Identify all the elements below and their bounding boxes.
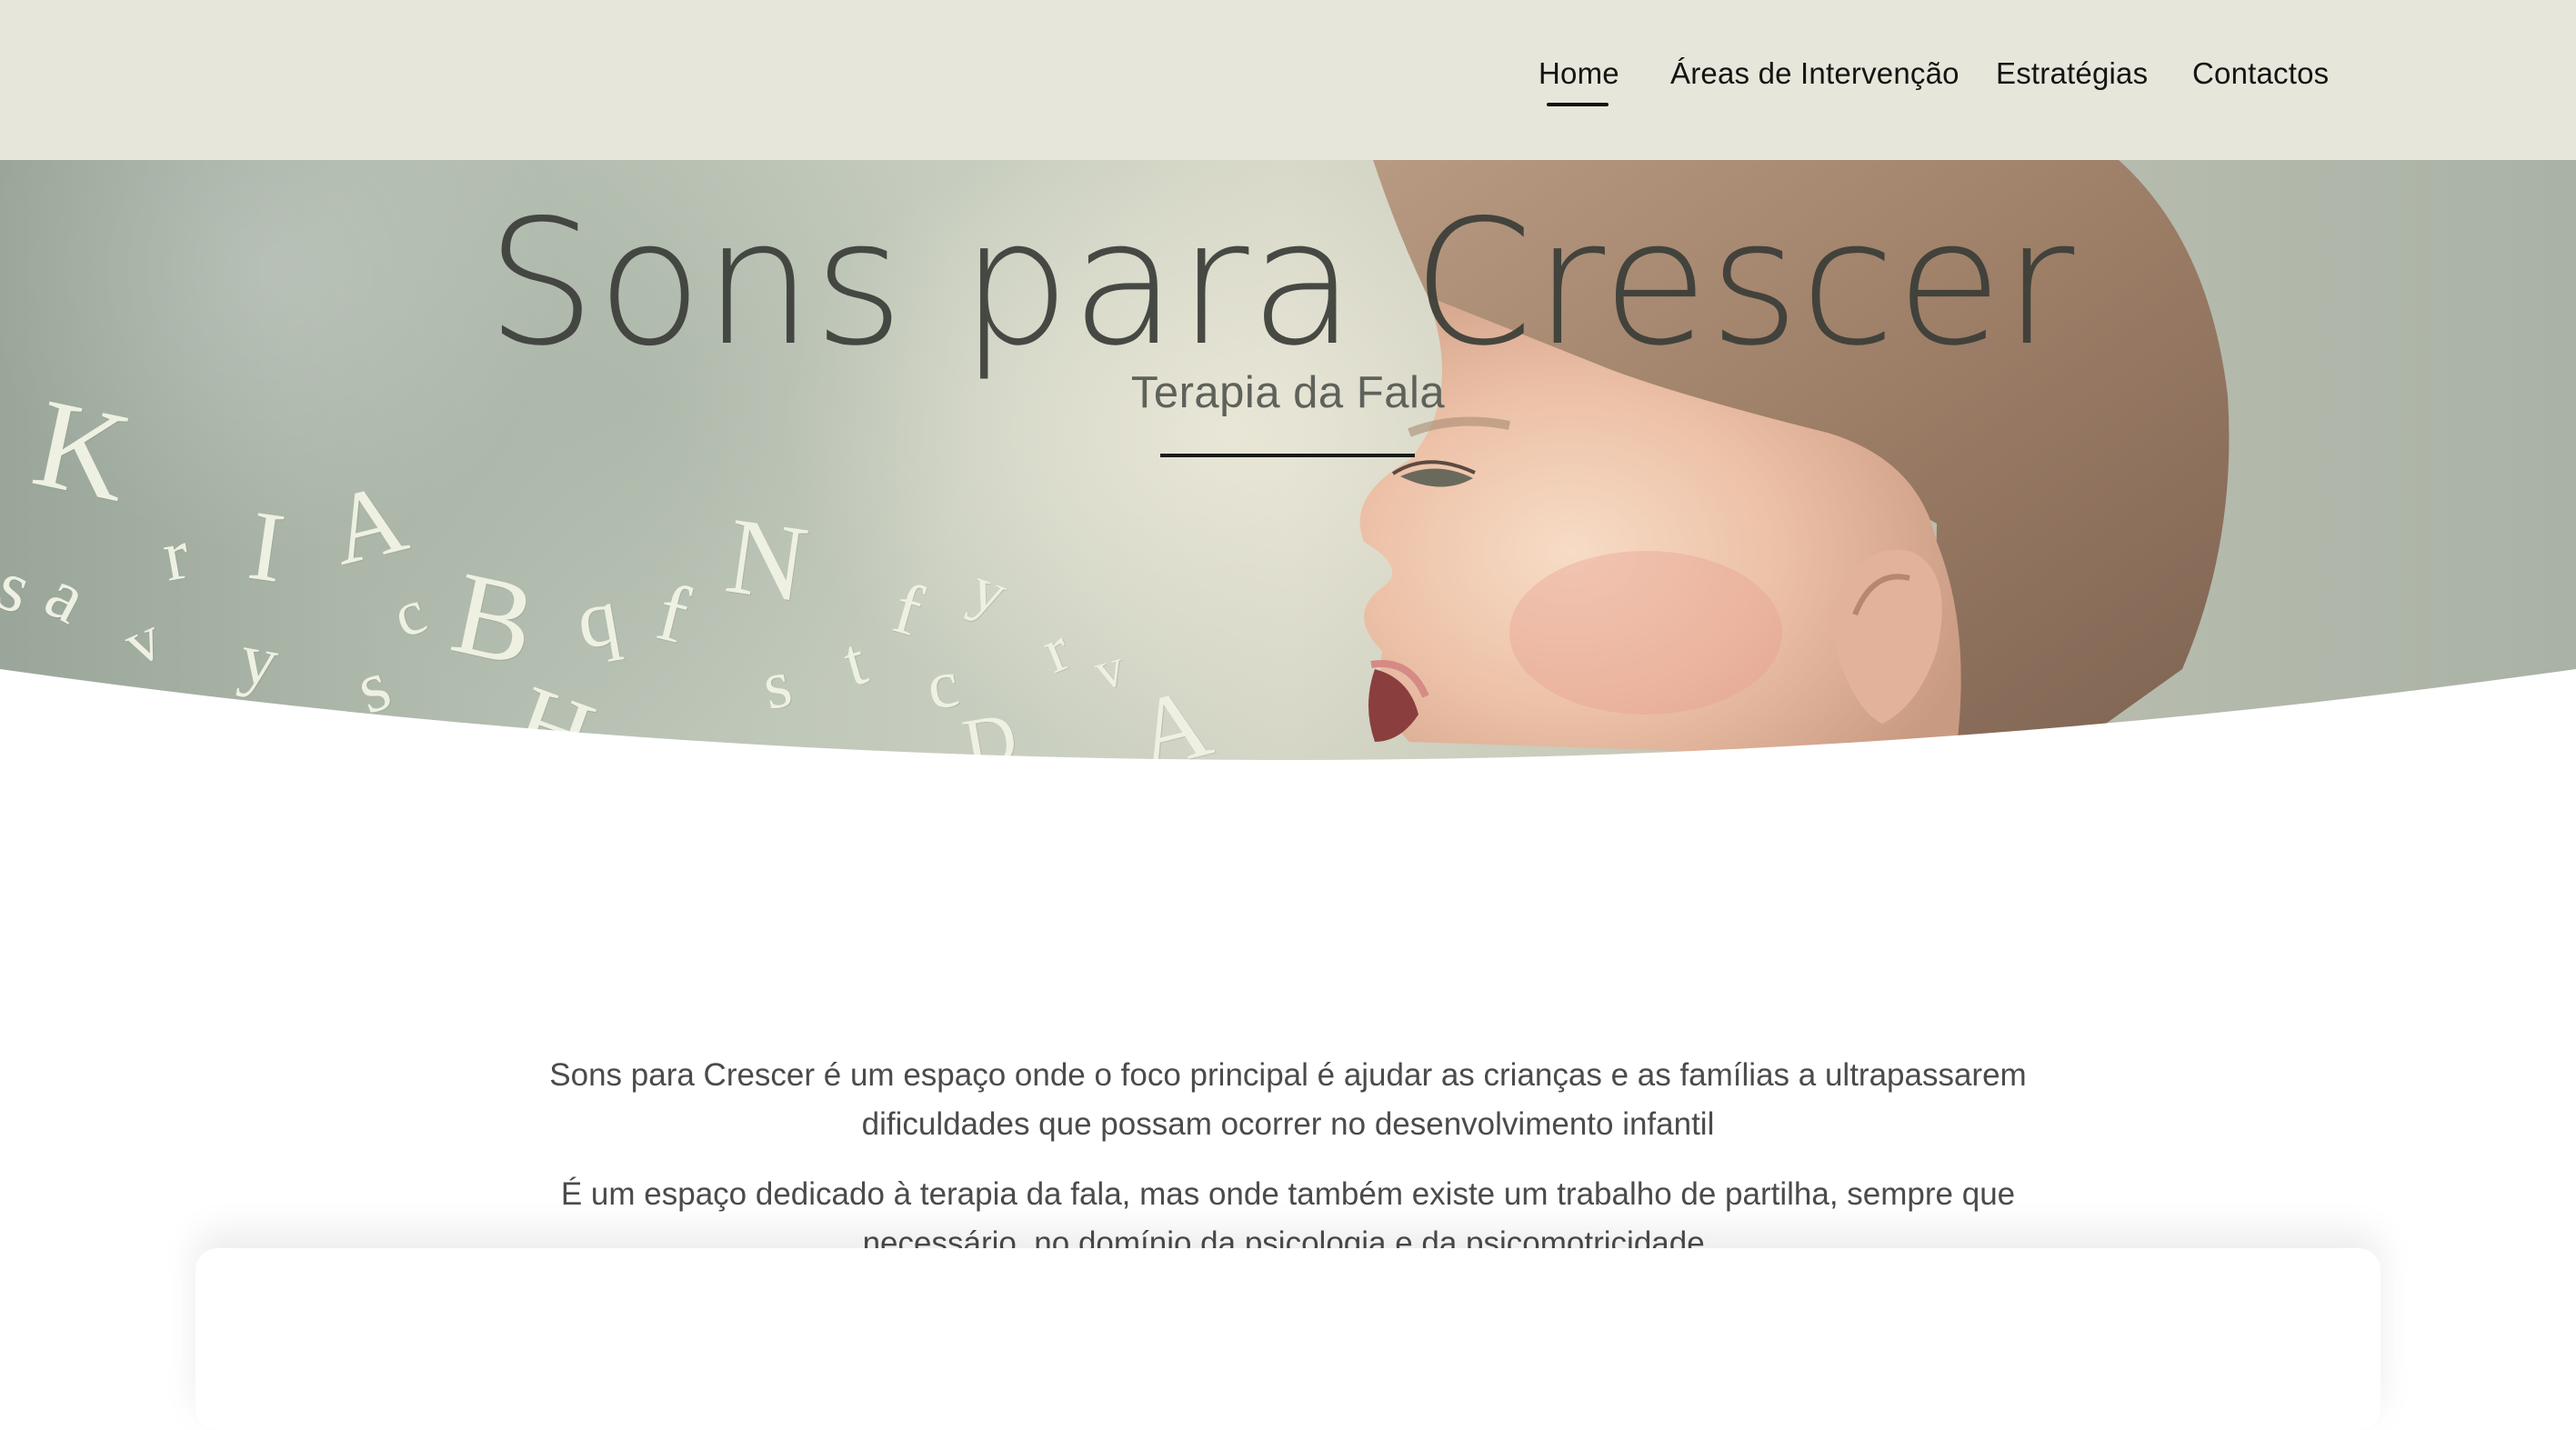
nav-active-underline — [1547, 103, 1609, 106]
nav-link-contactos[interactable]: Contactos — [2192, 56, 2329, 91]
hero-banner: K s a r I A v y s c B q f N H s t c f y … — [0, 160, 2576, 760]
intro-paragraph-1: Sons para Crescer é um espaço onde o foc… — [549, 1057, 2027, 1142]
nav-link-estrategias[interactable]: Estratégias — [1996, 56, 2148, 91]
main-nav: Home Áreas de Intervenção Estratégias Co… — [0, 56, 2576, 111]
nav-link-areas-intervencao[interactable]: Áreas de Intervenção — [1670, 56, 1960, 91]
next-section-card — [195, 1248, 2381, 1430]
hero-curve-mask — [0, 669, 2576, 760]
nav-link-home[interactable]: Home — [1539, 56, 1619, 91]
top-navigation-bar: Home Áreas de Intervenção Estratégias Co… — [0, 0, 2576, 160]
